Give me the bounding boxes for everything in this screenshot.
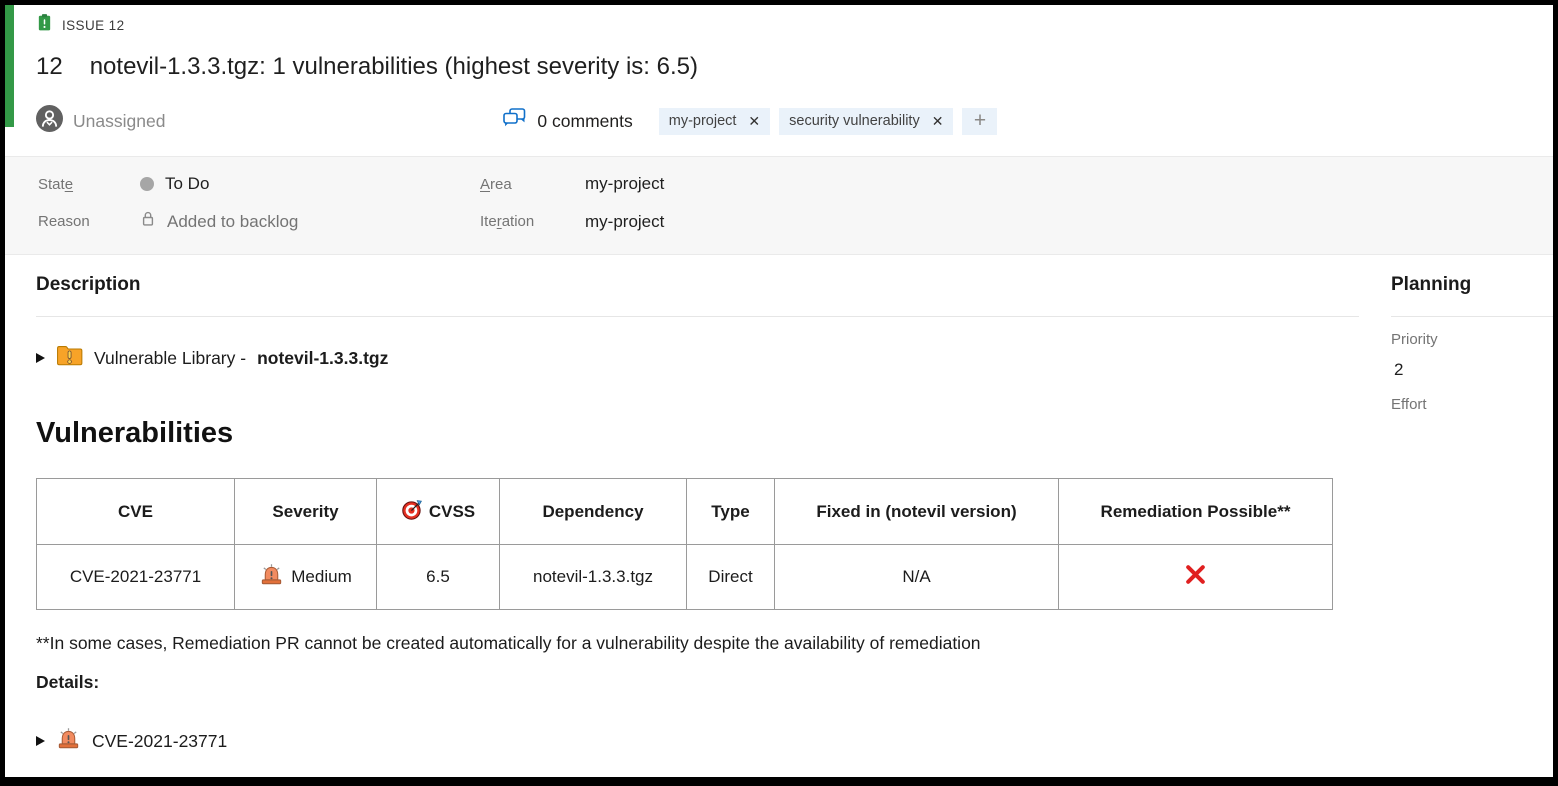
description-heading: Description bbox=[36, 274, 1359, 298]
work-item-header: ISSUE 12 12 notevil-1.3.3.tgz: 1 vulnera… bbox=[5, 5, 1553, 136]
vulnerabilities-table: CVE Severity bbox=[36, 478, 1333, 610]
col-header-dependency: Dependency bbox=[500, 479, 687, 545]
vulnerable-library-name: notevil-1.3.3.tgz bbox=[257, 348, 388, 369]
col-header-type: Type bbox=[687, 479, 775, 545]
planning-section: Planning Priority 2 Effort bbox=[1371, 255, 1553, 447]
tag-label: security vulnerability bbox=[789, 113, 920, 129]
tag-list: my-project ✕ security vulnerability ✕ + bbox=[659, 108, 998, 135]
siren-medium-severity-icon bbox=[259, 562, 284, 592]
unassigned-avatar-icon bbox=[36, 105, 63, 137]
tag-label: my-project bbox=[669, 113, 737, 129]
cell-cve: CVE-2021-23771 bbox=[37, 545, 235, 610]
cve-details-toggle[interactable]: CVE-2021-23771 bbox=[36, 727, 1359, 755]
assignee-picker[interactable]: Unassigned bbox=[36, 105, 165, 137]
col-header-remediation: Remediation Possible** bbox=[1059, 479, 1333, 545]
fields-strip: State To Do Area my-project Reason Added… bbox=[5, 156, 1553, 255]
effort-field[interactable] bbox=[1391, 425, 1553, 447]
plus-icon: + bbox=[974, 109, 986, 133]
cell-cvss: 6.5 bbox=[377, 545, 500, 610]
col-header-cve: CVE bbox=[37, 479, 235, 545]
priority-field[interactable]: 2 bbox=[1391, 360, 1553, 382]
remediation-footnote: **In some cases, Remediation PR cannot b… bbox=[36, 633, 1359, 655]
planning-divider bbox=[1391, 316, 1553, 317]
work-item-type-color-bar bbox=[5, 5, 14, 127]
cve-details-label: CVE-2021-23771 bbox=[92, 731, 227, 752]
iteration-dropdown[interactable]: my-project bbox=[585, 212, 1553, 232]
area-value: my-project bbox=[585, 174, 664, 194]
table-header-row: CVE Severity bbox=[37, 479, 1333, 545]
col-header-severity: Severity bbox=[235, 479, 377, 545]
cross-mark-icon bbox=[1184, 563, 1207, 591]
warning-folder-icon bbox=[56, 344, 83, 372]
description-divider bbox=[36, 316, 1359, 317]
tag-my-project: my-project ✕ bbox=[659, 108, 770, 135]
issue-icon bbox=[36, 13, 53, 37]
state-label: State bbox=[38, 176, 140, 193]
details-heading: Details: bbox=[36, 672, 1359, 694]
work-item-id: 12 bbox=[36, 53, 63, 81]
comments-count-label: 0 comments bbox=[537, 111, 632, 132]
chevron-right-icon bbox=[36, 736, 45, 746]
effort-label: Effort bbox=[1391, 396, 1553, 416]
planning-heading: Planning bbox=[1391, 274, 1553, 298]
reason-value: Added to backlog bbox=[167, 212, 298, 232]
tag-remove-icon[interactable]: ✕ bbox=[932, 114, 944, 128]
state-value: To Do bbox=[165, 174, 209, 194]
reason-label: Reason bbox=[38, 213, 140, 230]
target-icon bbox=[401, 498, 424, 526]
cell-remediation bbox=[1059, 545, 1333, 610]
table-row: CVE-2021-23771 bbox=[37, 545, 1333, 610]
siren-medium-severity-icon bbox=[56, 726, 81, 756]
cell-type: Direct bbox=[687, 545, 775, 610]
tag-security-vulnerability: security vulnerability ✕ bbox=[779, 108, 953, 135]
state-dot-icon bbox=[140, 177, 154, 191]
title-row: 12 notevil-1.3.3.tgz: 1 vulnerabilities … bbox=[36, 53, 1553, 83]
work-item-title-field[interactable]: notevil-1.3.3.tgz: 1 vulnerabilities (hi… bbox=[90, 53, 698, 81]
comments-icon bbox=[502, 107, 527, 135]
meta-row: Unassigned 0 comments my-project ✕ bbox=[36, 106, 1553, 136]
vulnerable-library-toggle[interactable]: Vulnerable Library - notevil-1.3.3.tgz bbox=[36, 344, 1359, 372]
cell-fixed-in: N/A bbox=[775, 545, 1059, 610]
cell-severity: Medium bbox=[235, 545, 377, 610]
add-tag-button[interactable]: + bbox=[962, 108, 997, 135]
work-item-type-row: ISSUE 12 bbox=[36, 14, 1553, 36]
priority-label: Priority bbox=[1391, 331, 1553, 351]
cell-dependency: notevil-1.3.3.tgz bbox=[500, 545, 687, 610]
work-item-page: ISSUE 12 12 notevil-1.3.3.tgz: 1 vulnera… bbox=[0, 0, 1558, 786]
iteration-value: my-project bbox=[585, 212, 664, 232]
col-header-cvss: CVSS bbox=[377, 479, 500, 545]
col-header-fixed-in: Fixed in (notevil version) bbox=[775, 479, 1059, 545]
comments-link[interactable]: 0 comments bbox=[502, 107, 632, 135]
severity-value: Medium bbox=[291, 567, 351, 587]
area-label: Area bbox=[480, 176, 585, 193]
chevron-right-icon bbox=[36, 353, 45, 363]
description-section: Description Vulnerable Library - notevil… bbox=[5, 255, 1371, 755]
iteration-label: Iteration bbox=[480, 213, 585, 230]
area-dropdown[interactable]: my-project bbox=[585, 174, 1553, 194]
tag-remove-icon[interactable]: ✕ bbox=[748, 114, 760, 128]
content-area: Description Vulnerable Library - notevil… bbox=[5, 255, 1553, 755]
vulnerable-library-prefix: Vulnerable Library - bbox=[94, 348, 246, 369]
lock-icon bbox=[140, 210, 156, 233]
vulnerabilities-heading: Vulnerabilities bbox=[36, 417, 1359, 453]
assignee-label: Unassigned bbox=[73, 111, 165, 132]
state-dropdown[interactable]: To Do bbox=[140, 174, 480, 194]
reason-field[interactable]: Added to backlog bbox=[140, 210, 480, 233]
work-item-type-label: ISSUE 12 bbox=[62, 18, 124, 33]
